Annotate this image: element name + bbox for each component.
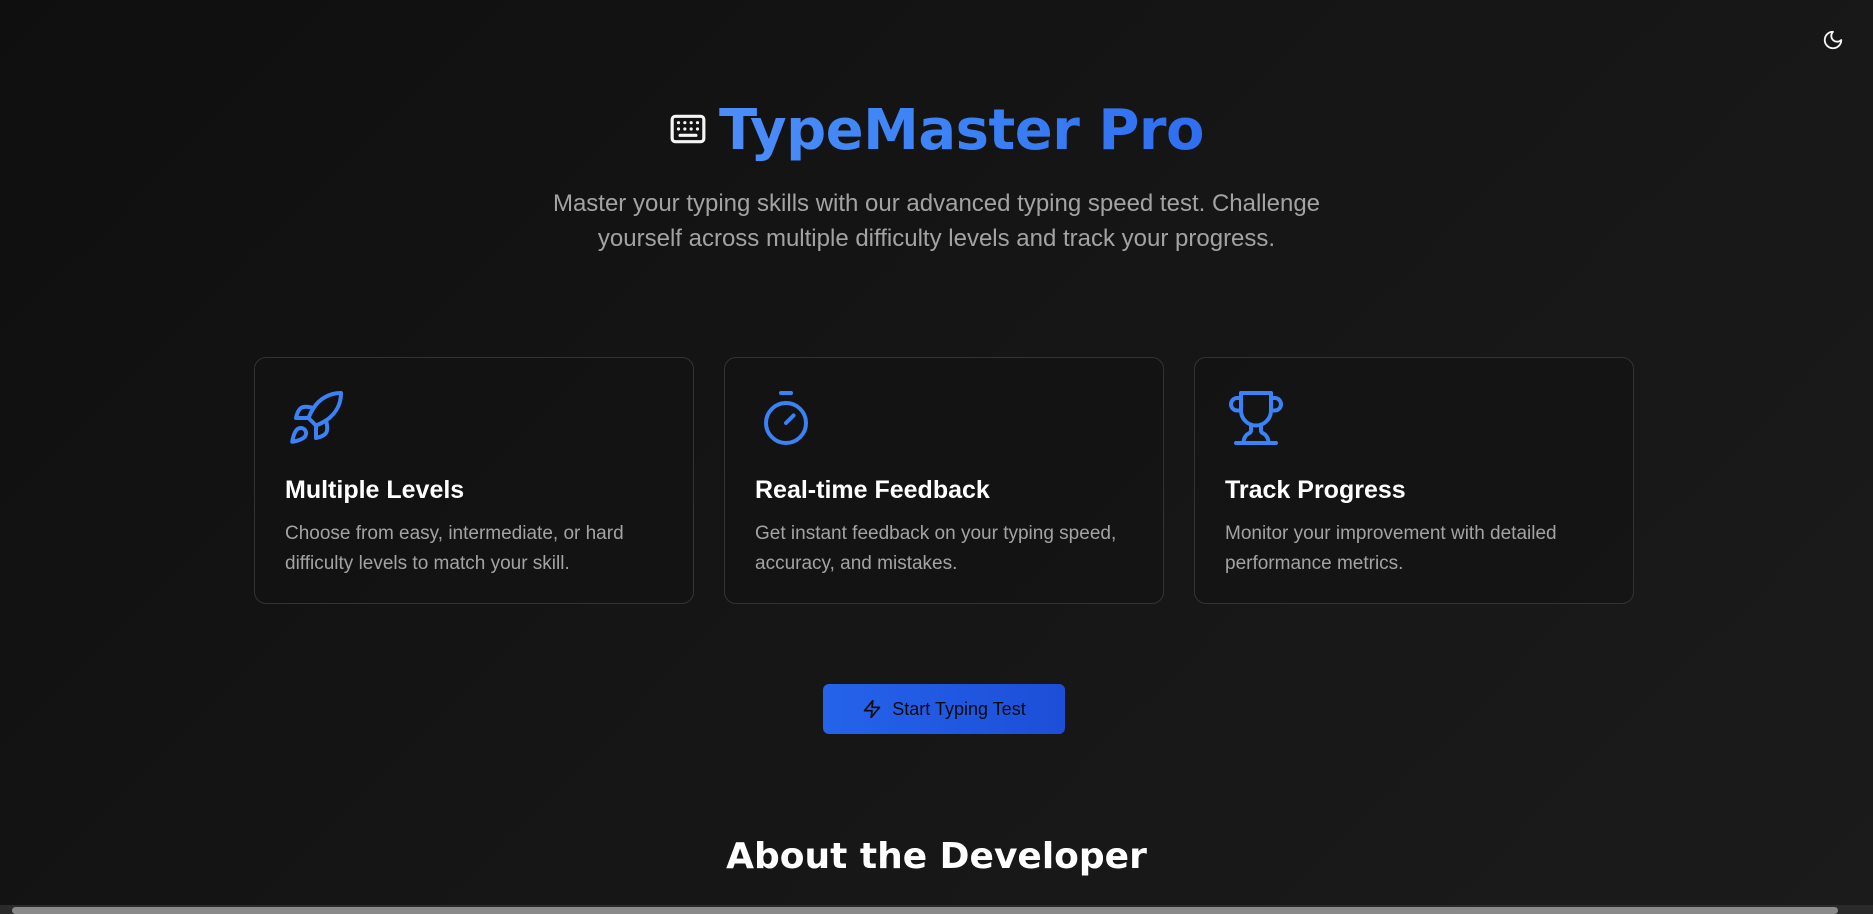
rocket-icon (290, 390, 343, 444)
feature-card-realtime-feedback: Real-time Feedback Get instant feedback … (724, 357, 1164, 604)
moon-icon (1823, 30, 1843, 50)
lightning-icon (863, 699, 881, 719)
trophy-icon (1229, 391, 1283, 445)
feature-title: Multiple Levels (285, 476, 465, 504)
start-typing-test-button[interactable]: Start Typing Test (823, 684, 1065, 734)
title-row: TypeMaster Pro (0, 98, 1873, 164)
start-typing-test-label: Start Typing Test (892, 698, 1026, 719)
app-subtitle: Master your typing skills with our advan… (552, 190, 1321, 252)
scrollbar-thumb[interactable] (12, 907, 1838, 914)
about-developer-heading: About the Developer (726, 836, 1147, 877)
feature-title: Real-time Feedback (755, 476, 990, 504)
features-section: Multiple Levels Choose from easy, interm… (254, 357, 1634, 604)
feature-description: Choose from easy, intermediate, or hard … (285, 523, 624, 574)
feature-description: Get instant feedback on your typing spee… (755, 523, 1117, 574)
stopwatch-icon (764, 391, 808, 445)
horizontal-scrollbar[interactable] (0, 905, 1873, 914)
hero-section: TypeMaster Pro Master your typing skills… (0, 98, 1873, 256)
theme-toggle-button[interactable] (1819, 26, 1847, 54)
feature-description: Monitor your improvement with detailed p… (1225, 523, 1557, 574)
keyboard-icon (670, 114, 706, 144)
feature-card-track-progress: Track Progress Monitor your improvement … (1194, 357, 1634, 604)
app-title: TypeMaster Pro (719, 98, 1204, 163)
feature-title: Track Progress (1225, 476, 1406, 504)
feature-card-multiple-levels: Multiple Levels Choose from easy, interm… (254, 357, 694, 604)
